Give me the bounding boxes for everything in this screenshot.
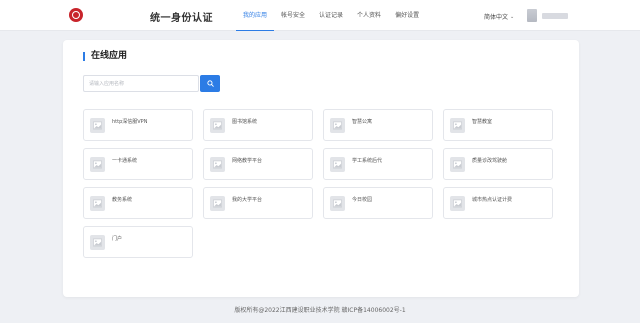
chevron-down-icon: ⌄: [510, 13, 515, 20]
image-placeholder-icon: [210, 196, 225, 211]
image-placeholder-icon: [90, 235, 105, 250]
nav-profile[interactable]: 个人资料: [350, 0, 388, 31]
app-label: 教务系统: [112, 197, 133, 203]
image-placeholder-icon: [330, 118, 345, 133]
image-placeholder-icon: [330, 157, 345, 172]
app-label: 门户: [112, 236, 123, 242]
app-tile[interactable]: 门户: [83, 226, 193, 258]
image-placeholder-icon: [450, 157, 465, 172]
apps-panel: 在线应用 http深信服VPN 图书馆系统 智慧公寓 智慧教室 一卡通系统 网络…: [63, 40, 579, 297]
app-label: 学工系统后代: [352, 158, 383, 164]
footer-copyright: 版权所有@2022江西建设职业技术学院 赣ICP备14006002号-1: [234, 307, 406, 314]
app-tile[interactable]: 一卡通系统: [83, 148, 193, 180]
app-label: 一卡通系统: [112, 158, 138, 164]
app-tile[interactable]: 今日校园: [323, 187, 433, 219]
nav-account-security[interactable]: 帐号安全: [274, 0, 312, 31]
image-placeholder-icon: [90, 118, 105, 133]
image-placeholder-icon: [90, 157, 105, 172]
user-name-blurred[interactable]: [542, 13, 568, 19]
image-placeholder-icon: [90, 196, 105, 211]
section-title: 在线应用: [83, 52, 127, 61]
language-selector[interactable]: 简体中文 ⌄: [484, 12, 515, 22]
app-search-input[interactable]: [83, 75, 199, 92]
app-tile[interactable]: 教务系统: [83, 187, 193, 219]
app-tile[interactable]: 网络教学平台: [203, 148, 313, 180]
system-title: 统一身份认证: [150, 13, 213, 24]
app-tile[interactable]: 智慧教室: [443, 109, 553, 141]
app-tile[interactable]: 学工系统后代: [323, 148, 433, 180]
app-label: 智慧公寓: [352, 119, 373, 125]
app-label: 图书馆系统: [232, 119, 258, 125]
app-label: 网络教学平台: [232, 158, 263, 164]
app-label: 今日校园: [352, 197, 373, 203]
app-label: 智慧教室: [472, 119, 493, 125]
app-tile[interactable]: 图书馆系统: [203, 109, 313, 141]
image-placeholder-icon: [450, 196, 465, 211]
search-button[interactable]: [200, 75, 220, 92]
language-label: 简体中文: [484, 14, 509, 21]
app-label: http深信服VPN: [112, 119, 148, 125]
app-grid: http深信服VPN 图书馆系统 智慧公寓 智慧教室 一卡通系统 网络教学平台 …: [83, 109, 553, 258]
app-label: 城市热点认证计费: [472, 197, 513, 203]
app-tile[interactable]: 城市热点认证计费: [443, 187, 553, 219]
app-tile[interactable]: 质量诊改驾驶舱: [443, 148, 553, 180]
app-tile[interactable]: 智慧公寓: [323, 109, 433, 141]
school-logo-icon[interactable]: [69, 8, 83, 22]
avatar[interactable]: [527, 9, 537, 22]
image-placeholder-icon: [330, 196, 345, 211]
app-tile[interactable]: 我的大学平台: [203, 187, 313, 219]
top-navbar: 统一身份认证 我的应用 帐号安全 认证记录 个人资料 偏好设置 简体中文 ⌄: [0, 0, 640, 31]
app-tile[interactable]: http深信服VPN: [83, 109, 193, 141]
image-placeholder-icon: [210, 118, 225, 133]
image-placeholder-icon: [450, 118, 465, 133]
nav-auth-records[interactable]: 认证记录: [312, 0, 350, 31]
nav-preferences[interactable]: 偏好设置: [388, 0, 426, 31]
search-icon: [206, 80, 214, 87]
nav-my-apps[interactable]: 我的应用: [236, 0, 275, 31]
app-label: 质量诊改驾驶舱: [472, 158, 508, 164]
image-placeholder-icon: [210, 157, 225, 172]
app-label: 我的大学平台: [232, 197, 263, 203]
main-nav: 我的应用 帐号安全 认证记录 个人资料 偏好设置: [236, 0, 426, 31]
